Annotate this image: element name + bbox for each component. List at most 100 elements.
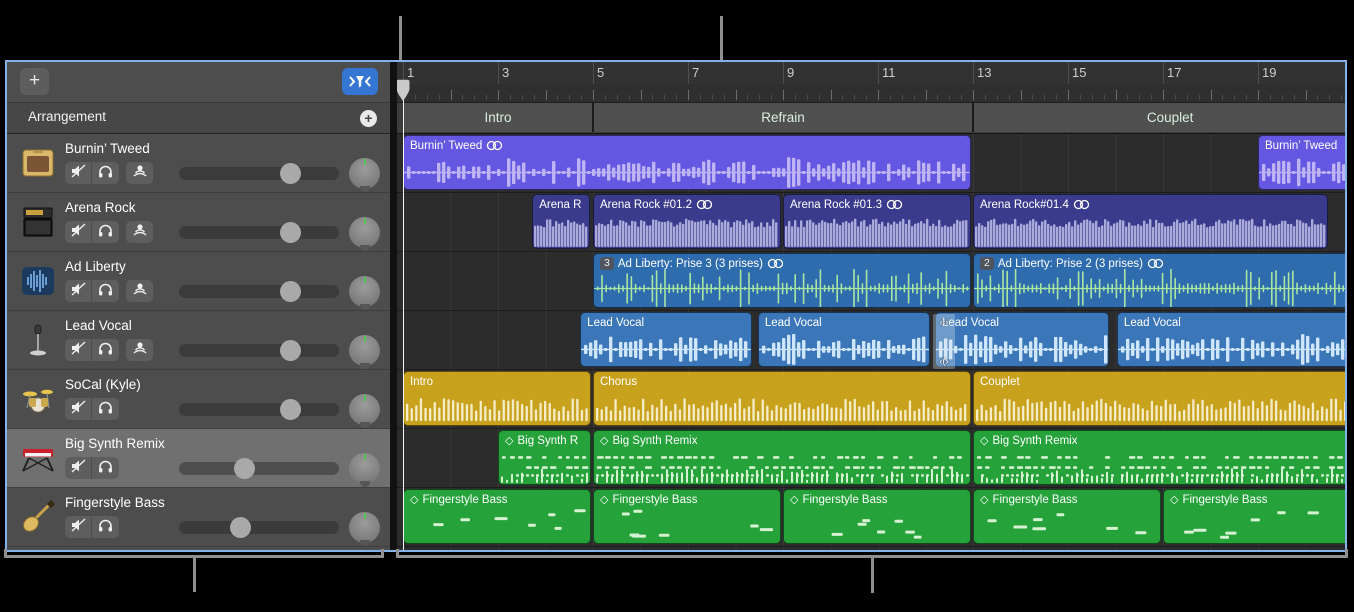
track-header-big-synth-remix[interactable]: Big Synth Remix — [7, 429, 390, 488]
ruler-bar-numbers[interactable]: 135791113151719 — [397, 62, 1345, 84]
region-lead-vocal[interactable]: Lead Vocal — [580, 312, 752, 367]
solo-headphones-button[interactable] — [92, 398, 119, 420]
waveform — [1259, 151, 1345, 190]
region-chorus[interactable]: Chorus — [593, 371, 971, 426]
volume-slider-thumb[interactable] — [234, 458, 255, 479]
bar-number: 7 — [692, 65, 699, 80]
volume-slider-thumb[interactable] — [280, 399, 301, 420]
region-lead-vocal[interactable]: Lead Vocal — [1117, 312, 1345, 367]
region-label: Big Synth Remix — [612, 435, 697, 447]
ruler-tick — [736, 90, 737, 100]
arrangement-marker-intro[interactable]: Intro — [403, 103, 593, 132]
mute-button[interactable] — [65, 162, 92, 184]
ruler-tick — [1199, 95, 1200, 100]
arrangement-marker-couplet[interactable]: Couplet — [973, 103, 1345, 132]
pan-knob[interactable] — [349, 276, 380, 307]
ruler-tick — [712, 95, 713, 100]
headphones-icon — [98, 282, 113, 301]
pan-knob[interactable] — [349, 217, 380, 248]
volume-slider[interactable] — [179, 167, 339, 180]
pan-knob[interactable] — [349, 453, 380, 484]
track-header-burnin-tweed[interactable]: Burnin’ Tweed — [7, 134, 390, 193]
solo-headphones-button[interactable] — [92, 516, 119, 538]
region-arena-rock-01-3[interactable]: Arena Rock #01.3 — [783, 194, 971, 249]
mute-button[interactable] — [65, 221, 92, 243]
region-fingerstyle-bass[interactable]: ◇Fingerstyle Bass — [403, 489, 591, 544]
volume-slider[interactable] — [179, 344, 339, 357]
region-ad-liberty-prise-2-3-prises-[interactable]: 2Ad Liberty: Prise 2 (3 prises) — [973, 253, 1345, 308]
arrangement-header-row[interactable]: Arrangement + — [7, 103, 390, 134]
mute-button[interactable] — [65, 516, 92, 538]
volume-slider-thumb[interactable] — [280, 281, 301, 302]
volume-slider[interactable] — [179, 462, 339, 475]
ruler-tick — [462, 95, 463, 100]
region-intro[interactable]: Intro — [403, 371, 591, 426]
region-couplet[interactable]: Couplet — [973, 371, 1345, 426]
lane-separator — [397, 369, 1345, 370]
playhead-line[interactable] — [403, 83, 405, 550]
solo-headphones-button[interactable] — [92, 221, 119, 243]
ruler-ticks[interactable] — [397, 84, 1345, 103]
mute-button[interactable] — [65, 457, 92, 479]
volume-slider-thumb[interactable] — [280, 222, 301, 243]
region-label: Fingerstyle Bass — [422, 494, 507, 506]
region-fingerstyle-bass[interactable]: ◇Fingerstyle Bass — [593, 489, 781, 544]
volume-slider-thumb[interactable] — [230, 517, 251, 538]
region-lead-vocal[interactable]: Lead Vocal — [935, 312, 1109, 367]
volume-slider-thumb[interactable] — [280, 340, 301, 361]
volume-slider[interactable] — [179, 521, 339, 534]
solo-headphones-button[interactable] — [92, 162, 119, 184]
playhead-pin[interactable] — [397, 79, 411, 102]
ruler-tick — [973, 90, 974, 100]
input-monitoring-button[interactable] — [126, 339, 153, 361]
headphones-icon — [98, 400, 113, 419]
track-header-ad-liberty[interactable]: Ad Liberty — [7, 252, 390, 311]
ruler-tick — [1104, 95, 1105, 100]
track-header-socal-kyle-[interactable]: SoCal (Kyle) — [7, 370, 390, 429]
pan-knob[interactable] — [349, 512, 380, 543]
ruler-tick — [451, 90, 452, 100]
track-header-fingerstyle-bass[interactable]: Fingerstyle Bass — [7, 488, 390, 547]
pan-knob[interactable] — [349, 158, 380, 189]
region-big-synth-remix[interactable]: ◇Big Synth Remix — [973, 430, 1345, 485]
mute-button[interactable] — [65, 398, 92, 420]
region-arena-rock-01-4[interactable]: Arena Rock#01.4 — [973, 194, 1328, 249]
circled-plus-icon[interactable]: + — [360, 110, 377, 127]
solo-headphones-button[interactable] — [92, 280, 119, 302]
region-fingerstyle-bass[interactable]: ◇Fingerstyle Bass — [783, 489, 971, 544]
mute-speaker-icon — [70, 518, 87, 537]
volume-slider[interactable] — [179, 226, 339, 239]
track-header-arena-rock[interactable]: Arena Rock — [7, 193, 390, 252]
add-track-button[interactable]: + — [20, 68, 49, 95]
region-big-synth-r[interactable]: ◇Big Synth R — [498, 430, 591, 485]
region-fingerstyle-bass[interactable]: ◇Fingerstyle Bass — [1163, 489, 1345, 544]
track-header-lead-vocal[interactable]: Lead Vocal — [7, 311, 390, 370]
region-lead-vocal[interactable]: Lead Vocal — [758, 312, 930, 367]
ruler-tick — [546, 90, 547, 100]
region-burnin-tweed[interactable]: Burnin’ Tweed — [403, 135, 971, 190]
input-monitoring-button[interactable] — [126, 280, 153, 302]
mute-button[interactable] — [65, 280, 92, 302]
pan-knob[interactable] — [349, 394, 380, 425]
synth-keyboard-icon — [21, 441, 55, 475]
region-arena-r[interactable]: Arena R — [532, 194, 590, 249]
pan-knob[interactable] — [349, 335, 380, 366]
input-monitoring-button[interactable] — [126, 162, 153, 184]
region-ad-liberty-prise-3-3-prises-[interactable]: 3Ad Liberty: Prise 3 (3 prises) — [593, 253, 971, 308]
region-big-synth-remix[interactable]: ◇Big Synth Remix — [593, 430, 971, 485]
volume-slider[interactable] — [179, 403, 339, 416]
arrangement-marker-refrain[interactable]: Refrain — [593, 103, 973, 132]
region-fingerstyle-bass[interactable]: ◇Fingerstyle Bass — [973, 489, 1161, 544]
ruler-tick — [1092, 95, 1093, 100]
solo-headphones-button[interactable] — [92, 457, 119, 479]
mute-button[interactable] — [65, 339, 92, 361]
solo-headphones-button[interactable] — [92, 339, 119, 361]
lane-separator — [397, 310, 1345, 311]
region-burnin-tweed[interactable]: Burnin’ Tweed — [1258, 135, 1345, 190]
input-monitoring-button[interactable] — [126, 221, 153, 243]
ruler-tick — [688, 90, 689, 100]
volume-slider[interactable] — [179, 285, 339, 298]
region-arena-rock-01-2[interactable]: Arena Rock #01.2 — [593, 194, 781, 249]
volume-slider-thumb[interactable] — [280, 163, 301, 184]
track-filter-button[interactable] — [342, 68, 378, 95]
